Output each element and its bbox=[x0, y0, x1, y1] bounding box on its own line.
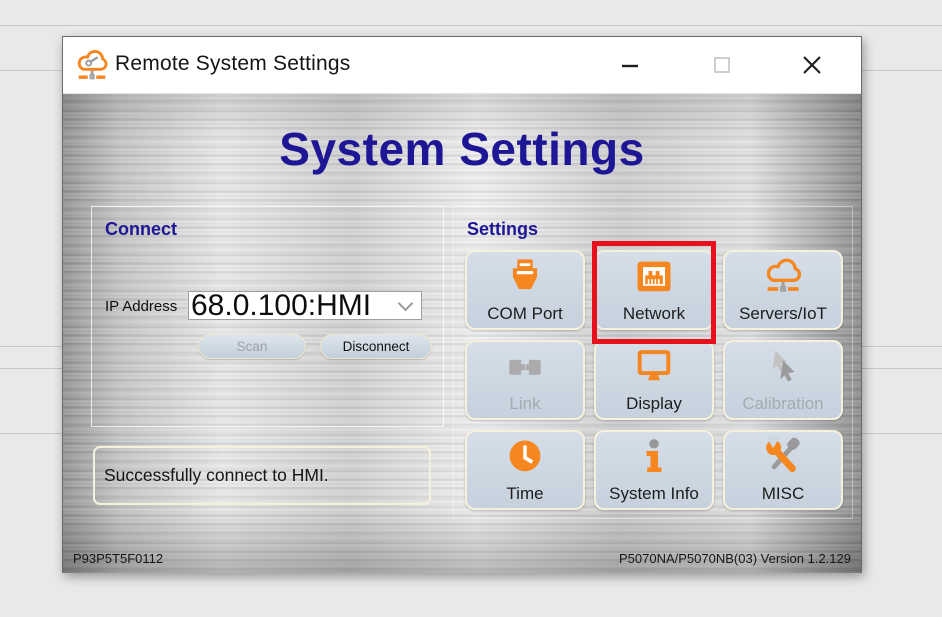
device-serial: P93P5T5F0112 bbox=[73, 551, 163, 566]
ip-address-select[interactable]: 68.0.100:HMI bbox=[188, 291, 422, 320]
disconnect-button[interactable]: Disconnect bbox=[320, 334, 432, 359]
settings-group: Settings COM Port bbox=[453, 206, 853, 519]
tile-label: System Info bbox=[609, 485, 699, 503]
settings-button-com-port[interactable]: COM Port bbox=[465, 250, 585, 330]
tile-label: MISC bbox=[762, 485, 805, 503]
status-message: Successfully connect to HMI. bbox=[104, 465, 329, 486]
title-bar: Remote System Settings bbox=[63, 37, 861, 94]
tile-label: COM Port bbox=[487, 305, 563, 323]
com-port-icon bbox=[502, 255, 548, 299]
tile-label: Servers/IoT bbox=[739, 305, 827, 323]
minimize-button[interactable] bbox=[615, 50, 645, 80]
scan-button[interactable]: Scan bbox=[198, 334, 306, 359]
remote-system-settings-window: Remote System Settings System Settings C… bbox=[62, 36, 862, 573]
settings-button-system-info[interactable]: System Info bbox=[594, 430, 714, 510]
time-icon bbox=[502, 435, 548, 479]
status-message-box: Successfully connect to HMI. bbox=[93, 446, 431, 505]
tile-label: Link bbox=[509, 395, 540, 413]
close-button[interactable] bbox=[797, 50, 827, 80]
connect-group: Connect IP Address 68.0.100:HMI Scan Dis… bbox=[91, 206, 444, 427]
display-icon bbox=[631, 345, 677, 389]
chevron-down-icon bbox=[398, 296, 414, 312]
maximize-button[interactable] bbox=[707, 50, 737, 80]
background-rule bbox=[0, 25, 942, 26]
settings-button-time[interactable]: Time bbox=[465, 430, 585, 510]
ip-address-label: IP Address bbox=[105, 298, 177, 315]
network-icon bbox=[631, 255, 677, 299]
minimize-icon bbox=[619, 54, 641, 76]
misc-icon bbox=[760, 435, 806, 479]
settings-button-misc[interactable]: MISC bbox=[723, 430, 843, 510]
cloud-wrench-app-icon bbox=[73, 46, 111, 84]
tile-label: Display bbox=[626, 395, 682, 413]
settings-button-grid: COM Port Network bbox=[465, 250, 843, 510]
page-title: System Settings bbox=[63, 122, 861, 176]
settings-group-label: Settings bbox=[467, 219, 538, 240]
dialog-body: System Settings Connect IP Address 68.0.… bbox=[63, 94, 861, 573]
tile-label: Network bbox=[623, 305, 685, 323]
settings-button-network[interactable]: Network bbox=[594, 250, 714, 330]
window-title: Remote System Settings bbox=[115, 52, 351, 76]
connect-group-label: Connect bbox=[105, 219, 177, 240]
servers-iot-icon bbox=[760, 255, 806, 299]
maximize-icon bbox=[711, 54, 733, 76]
link-icon bbox=[502, 345, 548, 389]
settings-button-display[interactable]: Display bbox=[594, 340, 714, 420]
settings-button-servers-iot[interactable]: Servers/IoT bbox=[723, 250, 843, 330]
tile-label: Calibration bbox=[742, 395, 823, 413]
ip-address-value: 68.0.100:HMI bbox=[191, 293, 400, 319]
tile-label: Time bbox=[506, 485, 543, 503]
settings-button-calibration[interactable]: Calibration bbox=[723, 340, 843, 420]
model-version: P5070NA/P5070NB(03) Version 1.2.129 bbox=[619, 551, 851, 566]
calibration-icon bbox=[760, 345, 806, 389]
system-info-icon bbox=[631, 435, 677, 479]
settings-button-link[interactable]: Link bbox=[465, 340, 585, 420]
close-icon bbox=[800, 53, 824, 77]
